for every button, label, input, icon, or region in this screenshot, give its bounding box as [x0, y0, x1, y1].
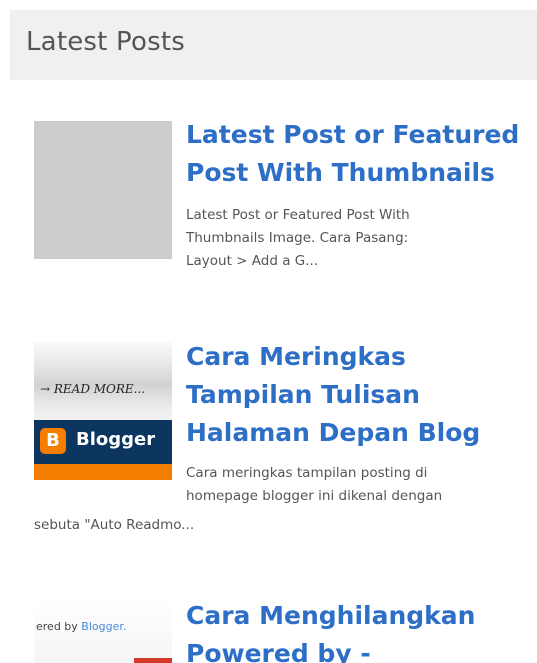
post-snippet-line: sebuta "Auto Readmo...	[34, 517, 195, 533]
powered-by-text: ered by Blogger.	[36, 620, 126, 633]
post-title-line: Cara Meringkas	[186, 342, 406, 371]
post-snippet-line: Cara meringkas tampilan posting di	[186, 465, 428, 481]
blogger-banner: B Blogger	[34, 420, 172, 464]
powered-by-prefix: ered by	[36, 620, 82, 633]
post-title-line: Latest Post or Featured	[186, 120, 520, 149]
post-snippet: Latest Post or Featured Post With Thumbn…	[186, 204, 410, 273]
post-snippet-line: Layout > Add a G...	[186, 253, 319, 269]
orange-band	[34, 464, 172, 480]
powered-by-brand: Blogger.	[81, 620, 127, 633]
widget-header: Latest Posts	[10, 10, 537, 80]
post-title-line: Tampilan Tulisan	[186, 380, 420, 409]
latest-posts-widget: Latest Posts Latest Post or Featured Pos…	[0, 0, 537, 663]
blogger-logo-icon: B	[40, 428, 66, 454]
powered-by-banner: ered by Blogger.	[34, 600, 172, 663]
post-thumbnail[interactable]: ered by Blogger.	[34, 600, 172, 663]
post-title-line: Cara Menghilangkan	[186, 601, 476, 630]
post-title-link[interactable]: Latest Post or Featured Post With Thumbn…	[186, 116, 531, 192]
widget-title: Latest Posts	[26, 27, 185, 57]
post-snippet-line: Latest Post or Featured Post With	[186, 207, 410, 223]
post-title-line: Halaman Depan Blog	[186, 418, 481, 447]
read-more-text: → READ MORE...	[40, 382, 146, 396]
read-more-banner: → READ MORE...	[34, 342, 172, 420]
red-band	[134, 658, 172, 663]
post-title-line: Post With Thumbnails	[186, 158, 495, 187]
post-snippet-line: homepage blogger ini dikenal dengan	[186, 488, 443, 504]
post-thumbnail[interactable]: → READ MORE... B Blogger	[34, 342, 172, 480]
post-title-link[interactable]: Cara Menghilangkan Powered by -	[186, 597, 531, 663]
post-snippet: Cara meringkas tampilan posting di homep…	[186, 462, 442, 508]
post-title-line: Powered by -	[186, 639, 371, 663]
post-snippet-overflow: sebuta "Auto Readmo...	[34, 514, 194, 537]
blogger-wordmark: Blogger	[76, 429, 156, 450]
post-thumbnail[interactable]	[34, 121, 172, 259]
post-title-link[interactable]: Cara Meringkas Tampilan Tulisan Halaman …	[186, 338, 531, 452]
post-snippet-line: Thumbnails Image. Cara Pasang:	[186, 230, 409, 246]
